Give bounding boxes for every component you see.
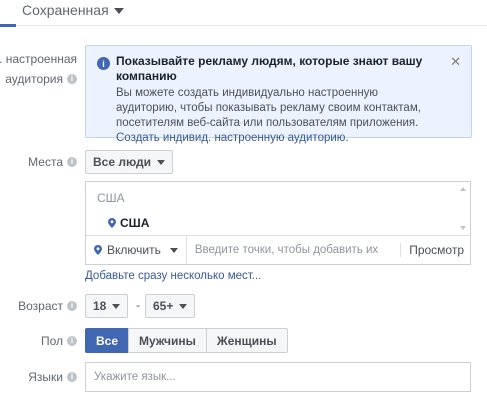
header-row: Сохраненная: [0, 0, 487, 27]
custom-audience-label-line2: аудитория: [5, 72, 63, 86]
gender-men-button[interactable]: Мужчины: [128, 328, 207, 353]
language-input[interactable]: [85, 362, 471, 392]
custom-audience-label-line1: д. настроенная: [0, 52, 77, 66]
languages-label-text: Языки: [28, 370, 63, 384]
info-circle-icon: i: [97, 57, 110, 70]
age-range-separator: -: [136, 298, 140, 312]
saved-audience-label: Сохраненная: [22, 2, 109, 18]
info-icon[interactable]: i: [67, 157, 77, 167]
custom-audience-label: д. настроенная аудитория i: [0, 52, 77, 86]
age-to-value: 65+: [153, 299, 174, 313]
location-input-bar: Включить Просмотр: [86, 235, 470, 264]
add-bulk-locations-link[interactable]: Добавьте сразу несколько мест...: [85, 270, 261, 282]
gender-all-button[interactable]: Все: [85, 328, 130, 353]
places-label: Места i: [28, 155, 77, 169]
browse-button[interactable]: Просмотр: [400, 243, 470, 257]
gender-women-button[interactable]: Женщины: [205, 328, 288, 353]
age-from-dropdown[interactable]: 18: [85, 294, 129, 318]
location-list[interactable]: США США: [86, 182, 470, 235]
scroll-up-arrow-icon[interactable]: [460, 187, 466, 191]
info-icon[interactable]: i: [67, 301, 77, 311]
age-to-dropdown[interactable]: 65+: [145, 294, 196, 318]
info-icon[interactable]: i: [67, 372, 77, 382]
country-header: США: [97, 191, 125, 205]
notice-body-text: Вы можете создать индивидуально настроен…: [116, 87, 421, 129]
age-label-text: Возраст: [18, 299, 63, 313]
places-dropdown[interactable]: Все люди: [85, 150, 174, 174]
info-icon[interactable]: i: [67, 74, 77, 84]
languages-label: Языки i: [28, 370, 77, 384]
caret-down-icon: [112, 303, 121, 309]
create-custom-audience-link[interactable]: Создать индивид. настроенную аудиторию.: [116, 132, 349, 144]
caret-down-icon: [113, 8, 124, 14]
scroll-down-arrow-icon[interactable]: [460, 226, 466, 230]
location-item[interactable]: США: [108, 216, 149, 230]
saved-audience-dropdown[interactable]: Сохраненная: [22, 2, 124, 18]
location-search-input[interactable]: [186, 236, 401, 264]
notice-title: Показывайте рекламу людям, которые знают…: [116, 54, 423, 83]
places-label-text: Места: [28, 155, 63, 169]
custom-audience-notice: i ✕ Показывайте рекламу людям, которые з…: [85, 45, 472, 144]
location-item-label: США: [120, 216, 150, 230]
gender-selector: Все Мужчины Женщины: [85, 328, 288, 353]
location-box: США США Включить Просмотр: [85, 181, 471, 265]
include-dropdown[interactable]: Включить: [86, 236, 187, 264]
caret-down-icon: [169, 247, 178, 253]
gender-label: Пол i: [41, 334, 77, 348]
places-dropdown-value: Все люди: [93, 155, 152, 169]
location-pin-icon: [94, 245, 102, 255]
active-tab-indicator: [0, 24, 16, 27]
include-label: Включить: [107, 243, 161, 257]
notice-body: Вы можете создать индивидуально настроен…: [116, 86, 441, 146]
gender-label-text: Пол: [40, 334, 63, 348]
close-icon[interactable]: ✕: [450, 54, 461, 70]
age-from-value: 18: [93, 299, 107, 313]
caret-down-icon: [157, 159, 166, 165]
location-pin-icon: [108, 218, 116, 228]
caret-down-icon: [179, 303, 188, 309]
info-icon[interactable]: i: [67, 336, 77, 346]
age-label: Возраст i: [18, 299, 77, 313]
